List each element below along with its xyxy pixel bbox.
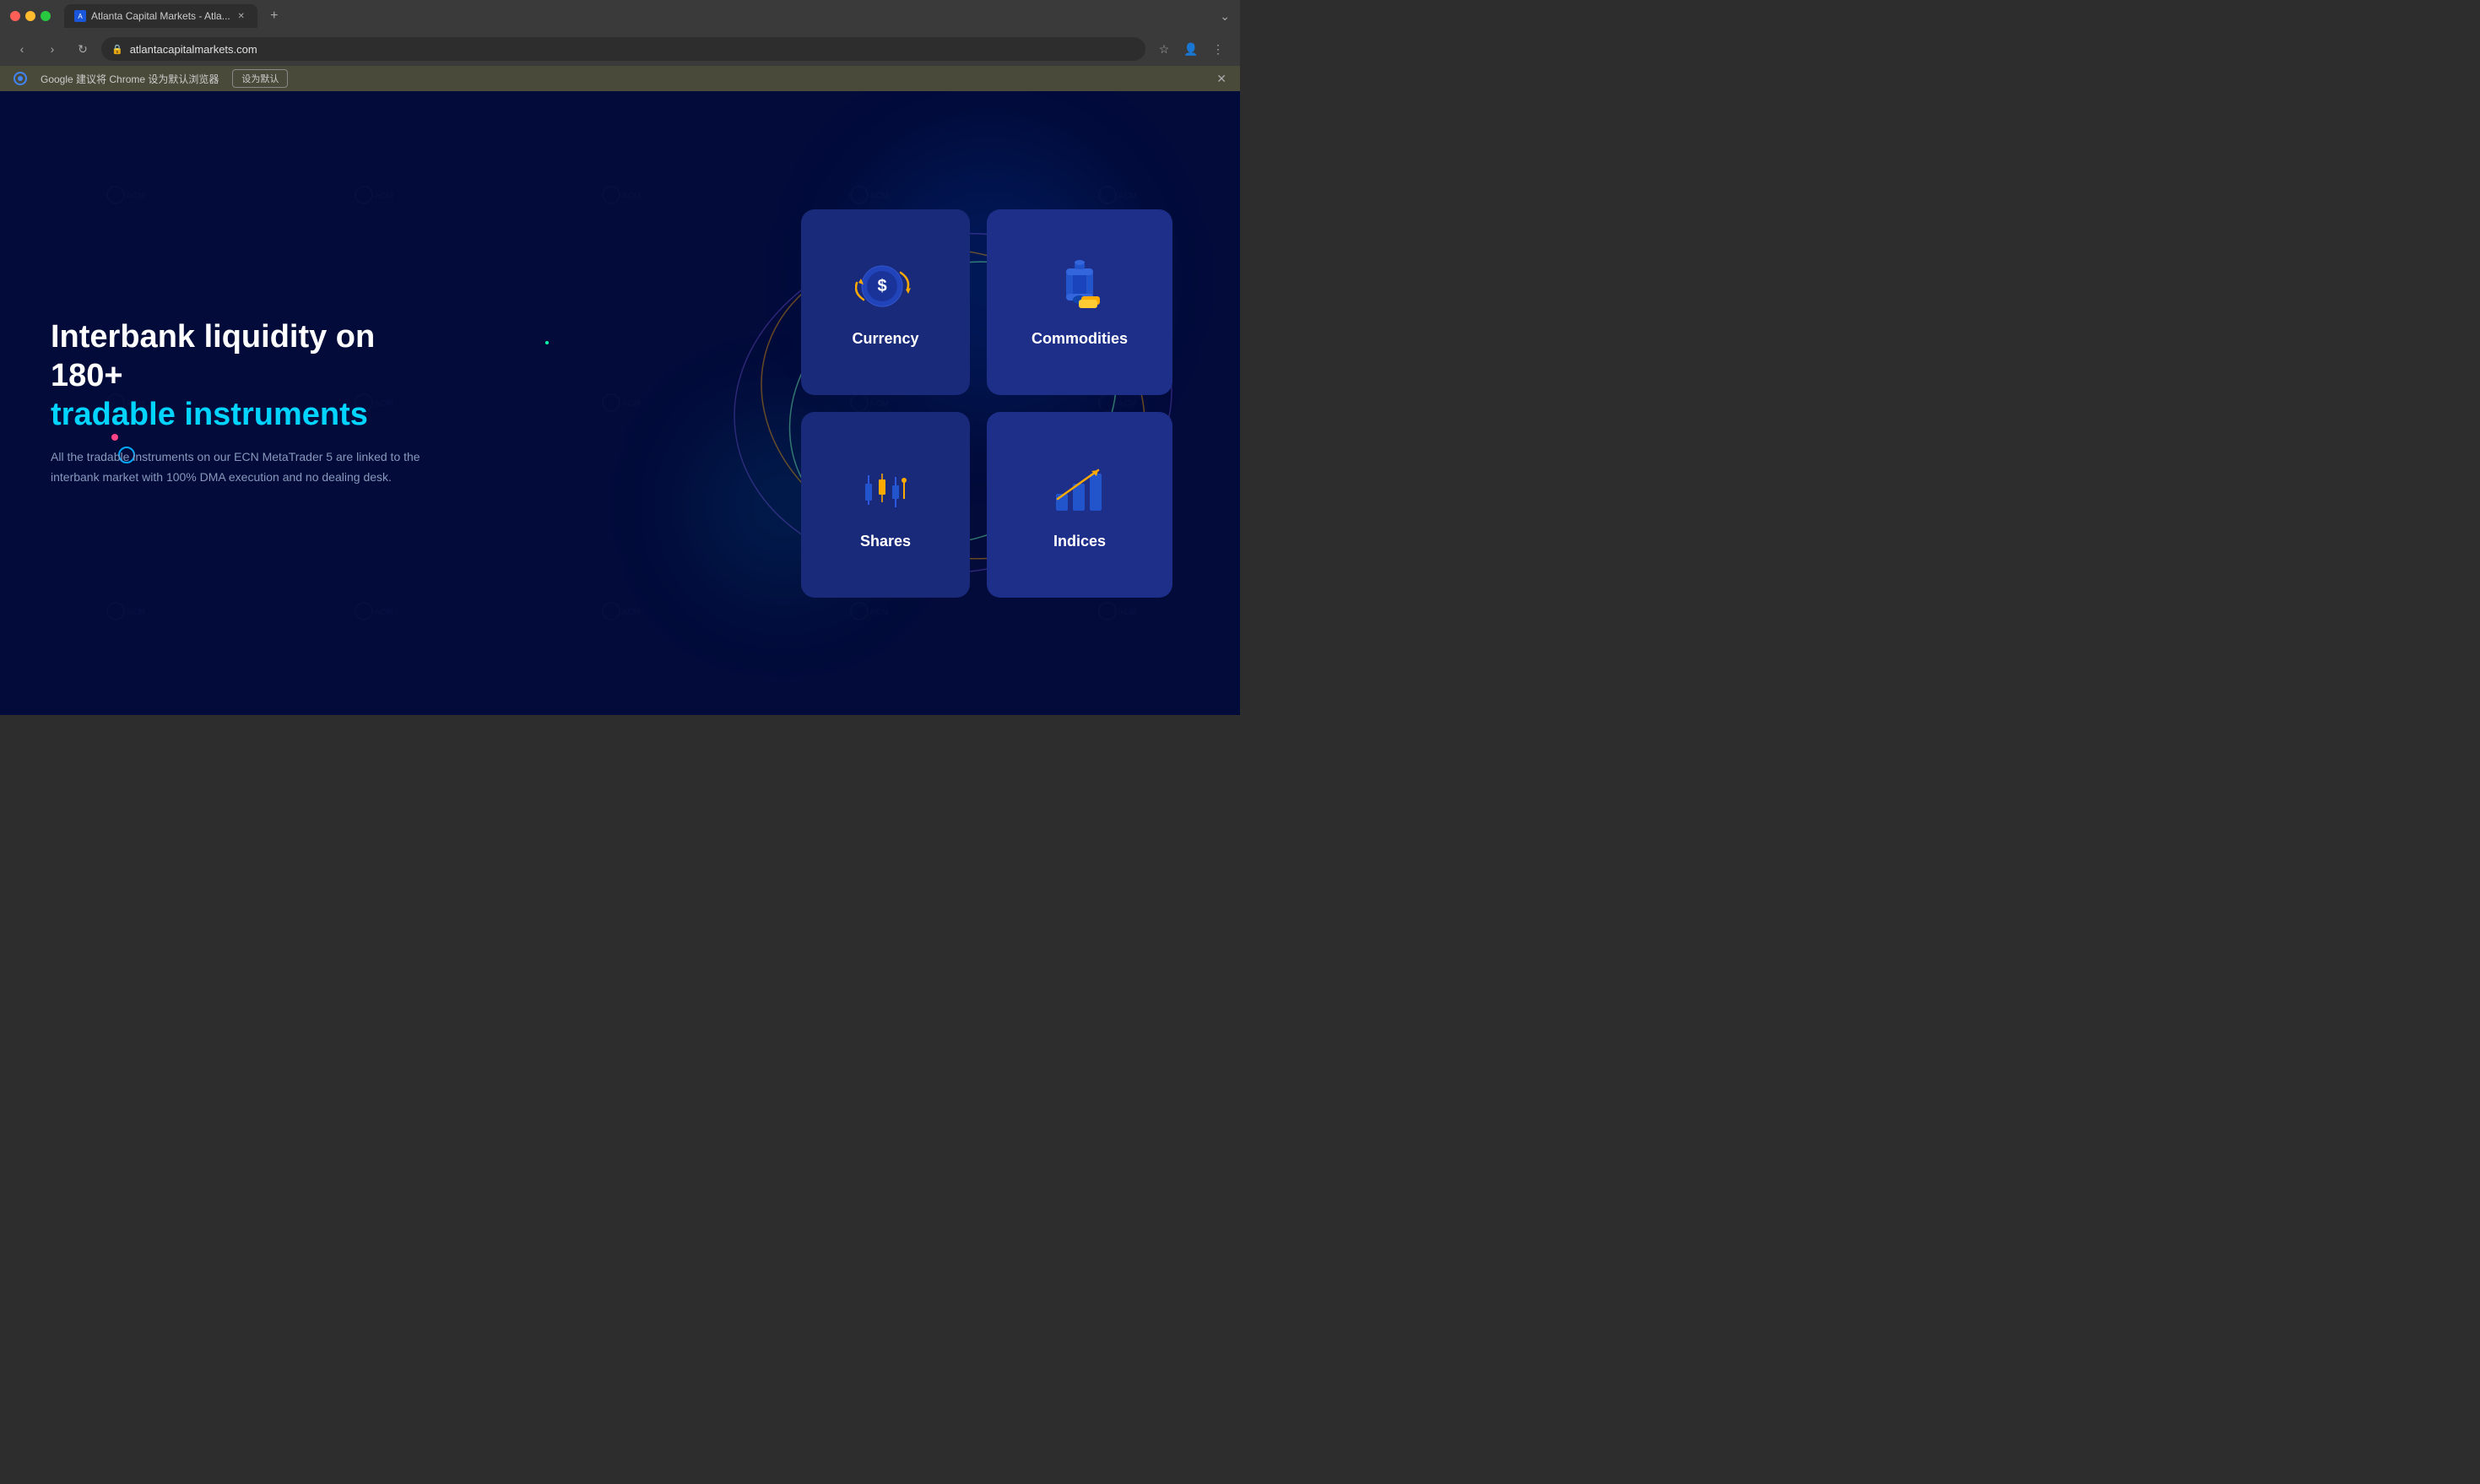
info-bar-text: Google 建议将 Chrome 设为默认浏览器 — [41, 72, 219, 86]
currency-icon: $ — [855, 256, 916, 317]
commodities-card-label: Commodities — [1032, 330, 1128, 348]
chrome-icon — [14, 72, 27, 85]
lock-icon: 🔒 — [111, 44, 123, 55]
back-button[interactable]: ‹ — [10, 37, 34, 61]
shares-icon — [855, 458, 916, 519]
svg-text:ACM: ACM — [374, 192, 393, 201]
window-menu-button[interactable]: ⌄ — [1220, 9, 1230, 24]
shares-card[interactable]: Shares — [801, 412, 970, 598]
wm-2: ACM — [248, 91, 496, 299]
traffic-lights — [10, 11, 51, 21]
profile-icon[interactable]: 👤 — [1179, 37, 1203, 61]
subtext: All the tradable instruments on our ECN … — [51, 447, 456, 488]
svg-text:ACM: ACM — [869, 192, 889, 201]
svg-text:ACM: ACM — [621, 608, 641, 617]
nav-bar: ‹ › ↻ 🔒 atlantacapitalmarkets.com ☆ 👤 ⋮ — [0, 32, 1240, 66]
svg-text:$: $ — [877, 277, 886, 295]
left-content: Interbank liquidity on 180+ tradable ins… — [0, 318, 506, 487]
indices-card-label: Indices — [1053, 533, 1106, 550]
bookmark-icon[interactable]: ☆ — [1152, 37, 1176, 61]
close-traffic-light[interactable] — [10, 11, 20, 21]
decorative-dot-green — [545, 341, 549, 344]
info-bar: Google 建议将 Chrome 设为默认浏览器 设为默认 ✕ — [0, 66, 1240, 91]
tab-label: Atlanta Capital Markets - Atla... — [91, 10, 230, 22]
svg-text:ACM: ACM — [374, 608, 393, 617]
refresh-button[interactable]: ↻ — [71, 37, 95, 61]
url-display: atlantacapitalmarkets.com — [130, 43, 257, 56]
svg-text:ACM: ACM — [1118, 192, 1137, 201]
set-default-button[interactable]: 设为默认 — [232, 69, 288, 88]
commodities-card[interactable]: Commodities — [987, 209, 1172, 395]
title-bar: A Atlanta Capital Markets - Atla... ✕ + … — [0, 0, 1240, 32]
cards-area: $ Currency — [801, 209, 1172, 598]
currency-card-label: Currency — [852, 330, 918, 348]
maximize-traffic-light[interactable] — [41, 11, 51, 21]
wm-12: ACM — [248, 507, 496, 715]
svg-text:ACM: ACM — [1118, 608, 1137, 617]
indices-card[interactable]: Indices — [987, 412, 1172, 598]
svg-text:ACM: ACM — [126, 192, 145, 201]
tab-favicon: A — [74, 10, 86, 22]
svg-text:ACM: ACM — [621, 192, 641, 201]
minimize-traffic-light[interactable] — [25, 11, 35, 21]
headline-line1: Interbank liquidity on 180+ — [51, 319, 375, 393]
svg-text:ACM: ACM — [126, 608, 145, 617]
forward-button[interactable]: › — [41, 37, 64, 61]
wm-1: ACM — [0, 91, 248, 299]
browser-nav-icons: ☆ 👤 ⋮ — [1152, 37, 1230, 61]
new-tab-button[interactable]: + — [264, 6, 284, 26]
svg-text:ACM: ACM — [621, 399, 641, 409]
svg-text:ACM: ACM — [869, 608, 889, 617]
tab-close-button[interactable]: ✕ — [236, 10, 247, 22]
commodities-icon — [1049, 256, 1110, 317]
wm-3: ACM — [496, 91, 745, 299]
headline-line2: tradable instruments — [51, 397, 368, 432]
indices-icon — [1049, 458, 1110, 519]
wm-11: ACM — [0, 507, 248, 715]
browser-menu-icon[interactable]: ⋮ — [1206, 37, 1230, 61]
info-bar-close-button[interactable]: ✕ — [1216, 72, 1226, 86]
page-content: ACM ACM ACM ACM ACM — [0, 91, 1240, 715]
browser-chrome: A Atlanta Capital Markets - Atla... ✕ + … — [0, 0, 1240, 91]
headline: Interbank liquidity on 180+ tradable ins… — [51, 318, 456, 434]
shares-card-label: Shares — [860, 533, 911, 550]
currency-card[interactable]: $ Currency — [801, 209, 970, 395]
address-bar[interactable]: 🔒 atlantacapitalmarkets.com — [101, 37, 1145, 61]
active-tab[interactable]: A Atlanta Capital Markets - Atla... ✕ — [64, 4, 257, 28]
